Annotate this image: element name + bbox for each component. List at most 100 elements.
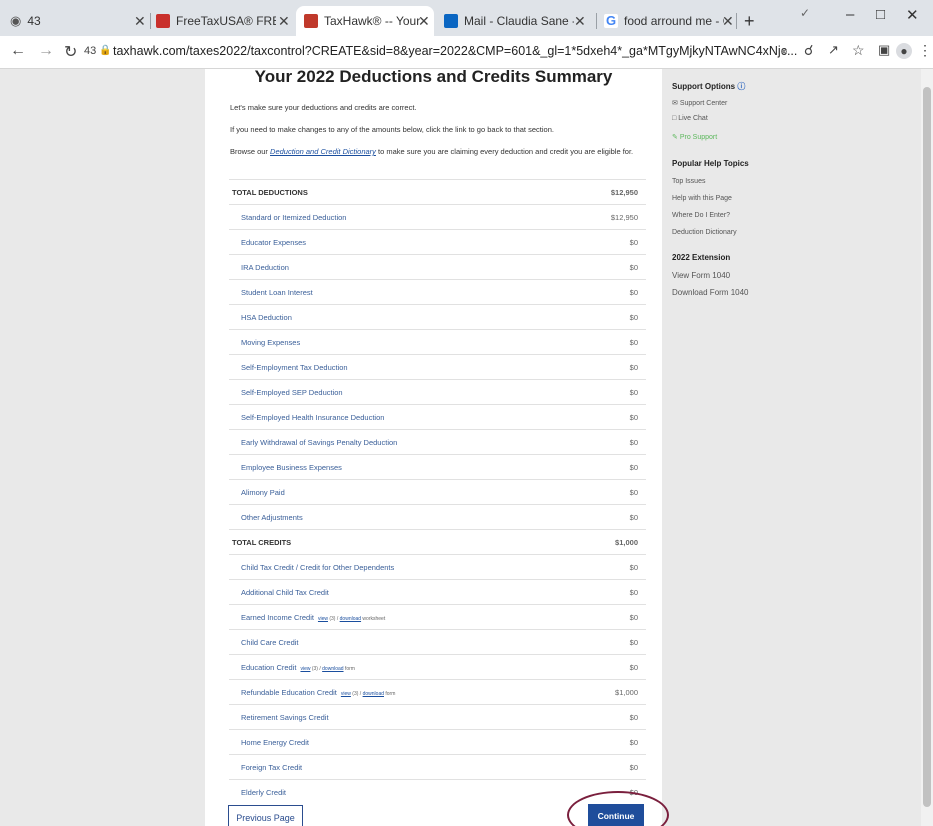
cast-icon[interactable]: ⚭ [779, 45, 789, 59]
table-row[interactable]: HSA Deduction $0 [229, 304, 646, 329]
view-link[interactable]: view [300, 666, 310, 672]
table-row[interactable]: Self-Employed SEP Deduction $0 [229, 379, 646, 404]
row-label[interactable]: Standard or Itemized Deduction [229, 213, 346, 222]
download-link[interactable]: download [363, 691, 384, 697]
help-page-link[interactable]: Help with this Page [672, 195, 732, 202]
view-link[interactable]: view [318, 616, 328, 622]
window-close-icon[interactable]: ✕ [906, 6, 919, 24]
live-chat-link[interactable]: □ Live Chat [672, 115, 708, 122]
table-row[interactable]: Additional Child Tax Credit $0 [229, 579, 646, 604]
table-row[interactable]: Moving Expenses $0 [229, 329, 646, 354]
table-row[interactable]: Standard or Itemized Deduction $12,950 [229, 204, 646, 229]
row-label[interactable]: Retirement Savings Credit [229, 713, 329, 722]
table-row[interactable]: Student Loan Interest $0 [229, 279, 646, 304]
profile-avatar-icon[interactable]: ● [896, 43, 912, 59]
taxhawk-favicon-icon [304, 14, 318, 28]
previous-page-button[interactable]: Previous Page [228, 805, 303, 826]
close-icon[interactable]: ✕ [134, 13, 146, 30]
row-value: $0 [629, 437, 638, 447]
row-label[interactable]: IRA Deduction [229, 263, 289, 272]
row-label[interactable]: HSA Deduction [229, 313, 292, 322]
table-row[interactable]: Self-Employment Tax Deduction $0 [229, 354, 646, 379]
close-icon[interactable]: ✕ [278, 13, 290, 30]
row-label[interactable]: Moving Expenses [229, 338, 300, 347]
row-label[interactable]: Early Withdrawal of Savings Penalty Dedu… [229, 438, 397, 447]
table-row[interactable]: Retirement Savings Credit $0 [229, 704, 646, 729]
menu-kebab-icon[interactable]: ⋮ [918, 42, 932, 59]
reload-icon[interactable]: ↻ [64, 42, 77, 62]
table-row[interactable]: Education Credit view (3) / download form… [229, 654, 646, 679]
table-row[interactable]: IRA Deduction $0 [229, 254, 646, 279]
tab-count[interactable]: ◉ 43 ✕ [10, 6, 146, 36]
row-label[interactable]: Self-Employed Health Insurance Deduction [229, 413, 384, 422]
table-row[interactable]: Child Tax Credit / Credit for Other Depe… [229, 554, 646, 579]
extension-badge[interactable]: 43 [84, 45, 96, 57]
row-label[interactable]: Alimony Paid [229, 488, 285, 497]
view-1040-link[interactable]: View Form 1040 [672, 271, 730, 280]
row-label[interactable]: Other Adjustments [229, 513, 303, 522]
row-label[interactable]: Earned Income Credit [229, 613, 314, 622]
maximize-icon[interactable]: □ [876, 6, 885, 23]
row-label[interactable]: Education Credit [229, 663, 296, 672]
close-icon[interactable]: ✕ [722, 13, 734, 30]
page-scrollbar[interactable] [921, 69, 933, 826]
table-row[interactable]: Employee Business Expenses $0 [229, 454, 646, 479]
back-icon[interactable]: ← [10, 42, 26, 60]
row-value: $0 [629, 612, 638, 622]
row-label[interactable]: Self-Employed SEP Deduction [229, 388, 343, 397]
download-link[interactable]: download [340, 616, 361, 622]
browser-toolbar: ← → ↻ 43 🔒 taxhawk.com/taxes2022/taxcont… [0, 36, 933, 69]
row-label[interactable]: Student Loan Interest [229, 288, 313, 297]
forward-icon[interactable]: → [38, 42, 54, 60]
where-enter-link[interactable]: Where Do I Enter? [672, 212, 730, 219]
row-label[interactable]: Educator Expenses [229, 238, 306, 247]
table-row[interactable]: Educator Expenses $0 [229, 229, 646, 254]
table-row[interactable]: Early Withdrawal of Savings Penalty Dedu… [229, 429, 646, 454]
row-label[interactable]: Elderly Credit [229, 788, 286, 797]
share-icon[interactable]: ↗ [828, 42, 839, 58]
support-center-link[interactable]: ✉ Support Center [672, 99, 727, 107]
new-tab-button[interactable]: + [744, 6, 764, 36]
table-row[interactable]: Child Care Credit $0 [229, 629, 646, 654]
table-row[interactable]: Other Adjustments $0 [229, 504, 646, 529]
row-label[interactable]: Home Energy Credit [229, 738, 309, 747]
side-panel-icon[interactable]: ▣ [878, 42, 890, 58]
row-value: $0 [629, 762, 638, 772]
close-icon[interactable]: ✕ [418, 13, 430, 30]
row-links: view (3) / download form [300, 665, 355, 672]
bookmark-star-icon[interactable]: ☆ [852, 42, 865, 59]
table-row[interactable]: Foreign Tax Credit $0 [229, 754, 646, 779]
table-row[interactable]: Alimony Paid $0 [229, 479, 646, 504]
row-label[interactable]: Employee Business Expenses [229, 463, 342, 472]
address-bar[interactable]: taxhawk.com/taxes2022/taxcontrol?CREATE&… [113, 44, 843, 58]
tab-search-icon[interactable]: ✓ [800, 6, 810, 20]
download-1040-link[interactable]: Download Form 1040 [672, 288, 748, 297]
row-label[interactable]: Child Care Credit [229, 638, 299, 647]
row-label[interactable]: Refundable Education Credit [229, 688, 337, 697]
minimize-icon[interactable]: – [846, 6, 854, 23]
row-label[interactable]: Foreign Tax Credit [229, 763, 302, 772]
zoom-icon[interactable]: ☌ [804, 42, 813, 59]
top-issues-link[interactable]: Top Issues [672, 178, 705, 185]
tab-taxhawk[interactable]: TaxHawk® -- Your 20 ✕ [296, 6, 434, 36]
tab-google[interactable]: G food arround me - G ✕ [604, 6, 734, 36]
deduction-dictionary-link[interactable]: Deduction and Credit Dictionary [270, 147, 376, 156]
row-label[interactable]: Additional Child Tax Credit [229, 588, 329, 597]
tab-mail[interactable]: Mail - Claudia Sane - ✕ [444, 6, 586, 36]
download-link[interactable]: download [322, 666, 343, 672]
lock-icon[interactable]: 🔒 [99, 45, 111, 56]
view-link[interactable]: view [341, 691, 351, 697]
tab-freetaxusa[interactable]: FreeTaxUSA® FREE Ta ✕ [156, 6, 292, 36]
pro-support-link[interactable]: ✎ Pro Support [672, 133, 717, 141]
row-label[interactable]: Self-Employment Tax Deduction [229, 363, 348, 372]
info-icon: ⓘ [737, 82, 746, 91]
close-icon[interactable]: ✕ [574, 13, 586, 30]
table-row[interactable]: Refundable Education Credit view (3) / do… [229, 679, 646, 704]
total-row: TOTAL DEDUCTIONS $12,950 [229, 179, 646, 204]
row-label[interactable]: Child Tax Credit / Credit for Other Depe… [229, 563, 394, 572]
table-row[interactable]: Home Energy Credit $0 [229, 729, 646, 754]
table-row[interactable]: Self-Employed Health Insurance Deduction… [229, 404, 646, 429]
table-row[interactable]: Earned Income Credit view (3) / download … [229, 604, 646, 629]
scrollbar-thumb[interactable] [923, 87, 931, 807]
dictionary-link[interactable]: Deduction Dictionary [672, 229, 737, 236]
